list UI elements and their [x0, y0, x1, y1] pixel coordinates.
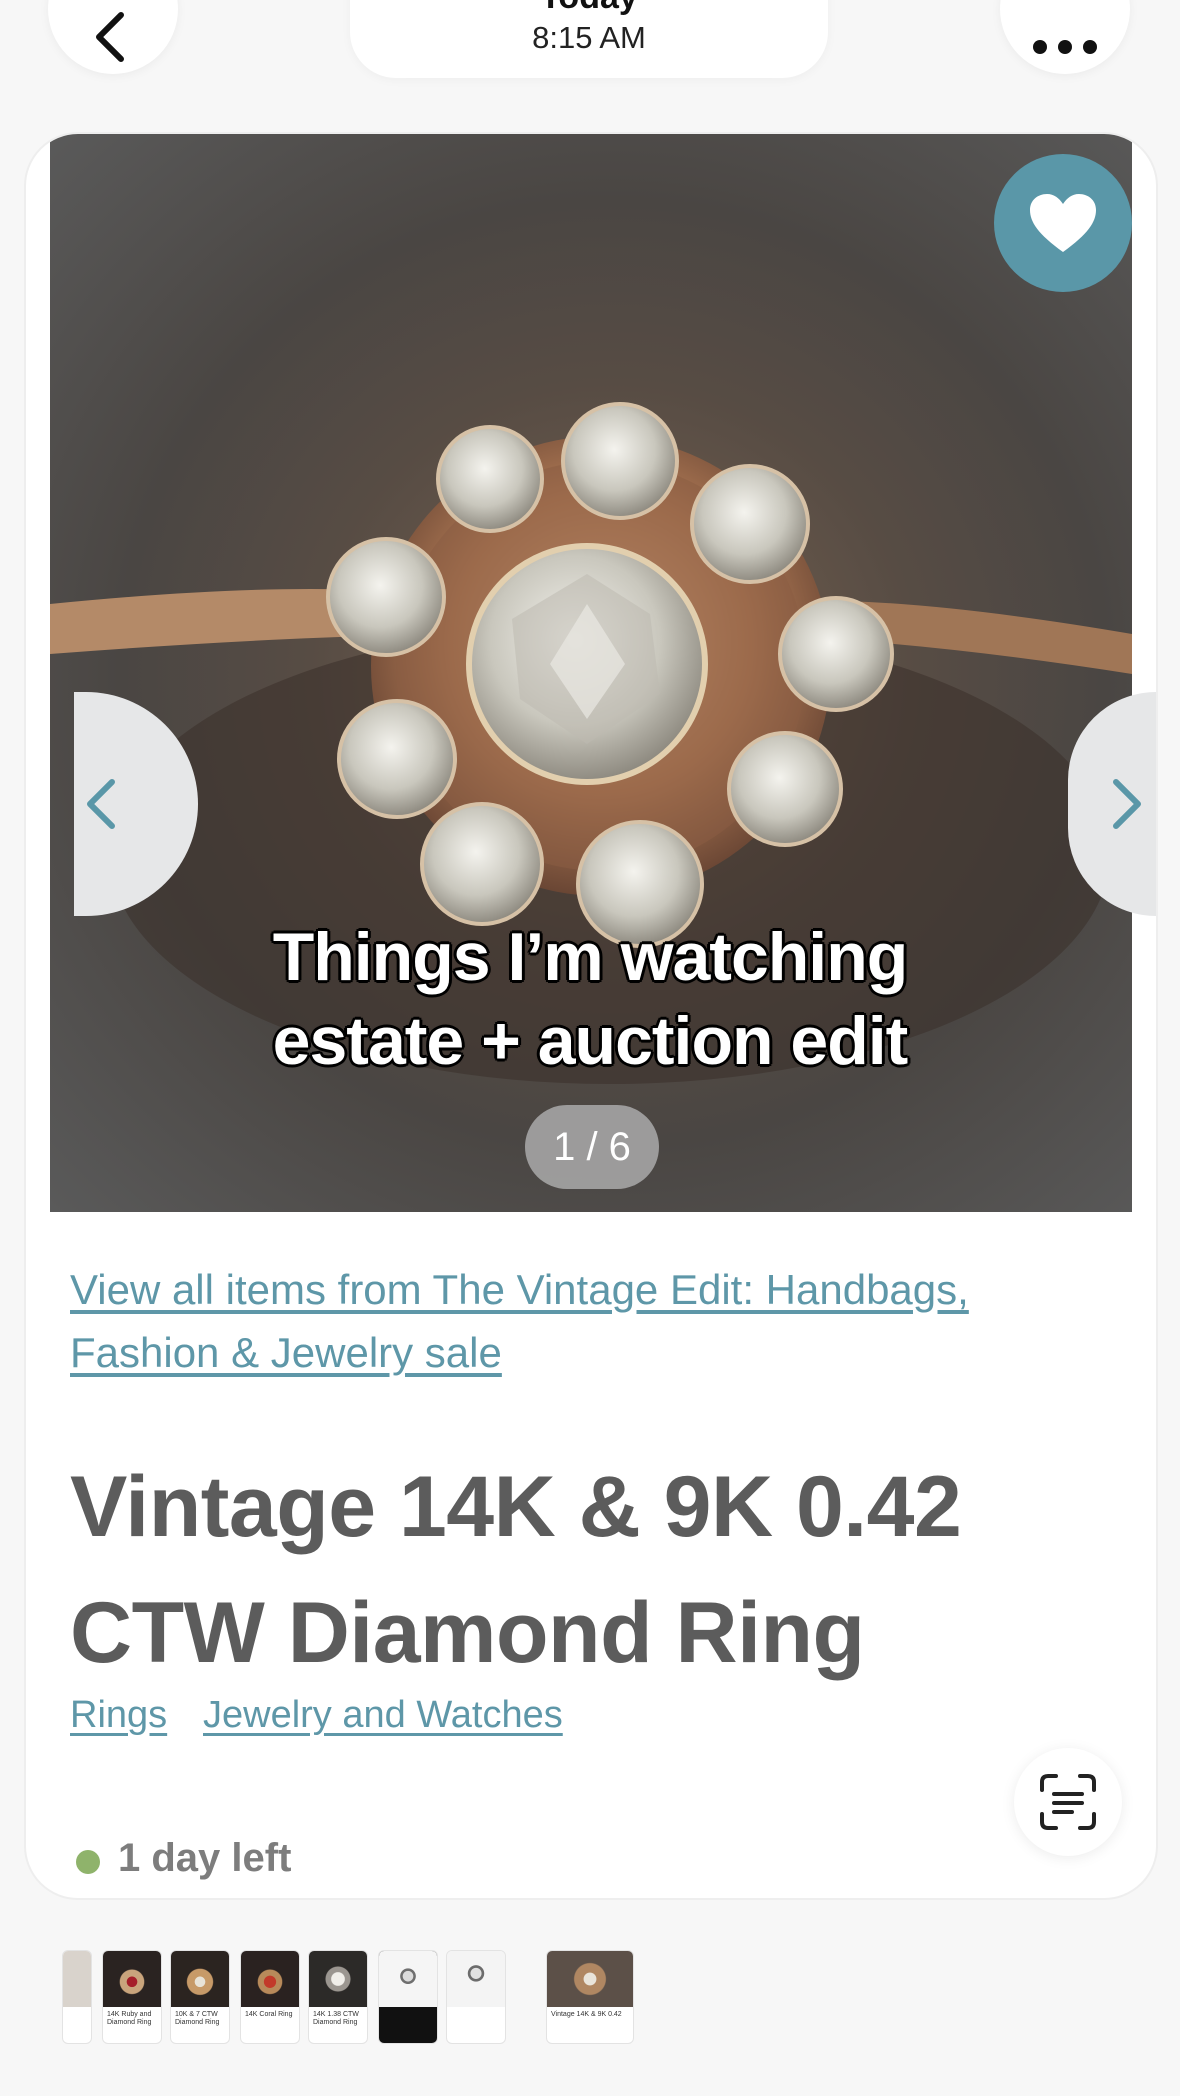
overlay-caption-line-2: estate + auction edit: [272, 1003, 909, 1079]
thumbnail[interactable]: 14K Ruby and Diamond Ring: [102, 1950, 162, 2044]
more-options-button[interactable]: [1000, 0, 1130, 74]
overlay-caption-line-1: Things I’m watching: [272, 919, 909, 995]
category-link-jewelry-and-watches[interactable]: Jewelry and Watches: [203, 1694, 563, 1737]
thumbnail[interactable]: 10K & 7 CTW Diamond Ring: [170, 1950, 230, 2044]
thumbnail-current[interactable]: Vintage 14K & 9K 0.42: [546, 1950, 634, 2044]
chevron-left-icon: [87, 779, 115, 829]
chevron-left-icon: [96, 12, 124, 62]
heart-icon: [1030, 194, 1096, 252]
chevron-right-icon: [1113, 779, 1141, 829]
listing-title: Vintage 14K & 9K 0.42 CTW Diamond Ring: [70, 1459, 962, 1681]
timestamp-pill: Today 8:15 AM: [350, 0, 828, 78]
thumbnail[interactable]: 14K 1.38 CTW Diamond Ring: [308, 1950, 368, 2044]
thumbnail[interactable]: [62, 1950, 92, 2044]
time-label: 8:15 AM: [532, 20, 646, 55]
image-counter: 1 / 6: [525, 1105, 659, 1189]
day-label: Today: [350, 0, 828, 17]
sale-link[interactable]: View all items from The Vintage Edit: Ha…: [70, 1258, 1080, 1384]
favorite-button[interactable]: [994, 154, 1132, 292]
scan-text-icon: [1040, 1774, 1096, 1830]
thumbnail[interactable]: [446, 1950, 506, 2044]
time-left-label: 1 day left: [118, 1836, 292, 1880]
thumbnail[interactable]: 14K Coral Ring: [240, 1950, 300, 2044]
status-dot: [76, 1850, 100, 1874]
back-button[interactable]: [48, 0, 178, 74]
category-link-rings[interactable]: Rings: [70, 1694, 167, 1737]
ellipsis-icon: [1033, 40, 1097, 54]
thumbnail[interactable]: [378, 1950, 438, 2044]
scan-text-button[interactable]: [1014, 1748, 1122, 1856]
